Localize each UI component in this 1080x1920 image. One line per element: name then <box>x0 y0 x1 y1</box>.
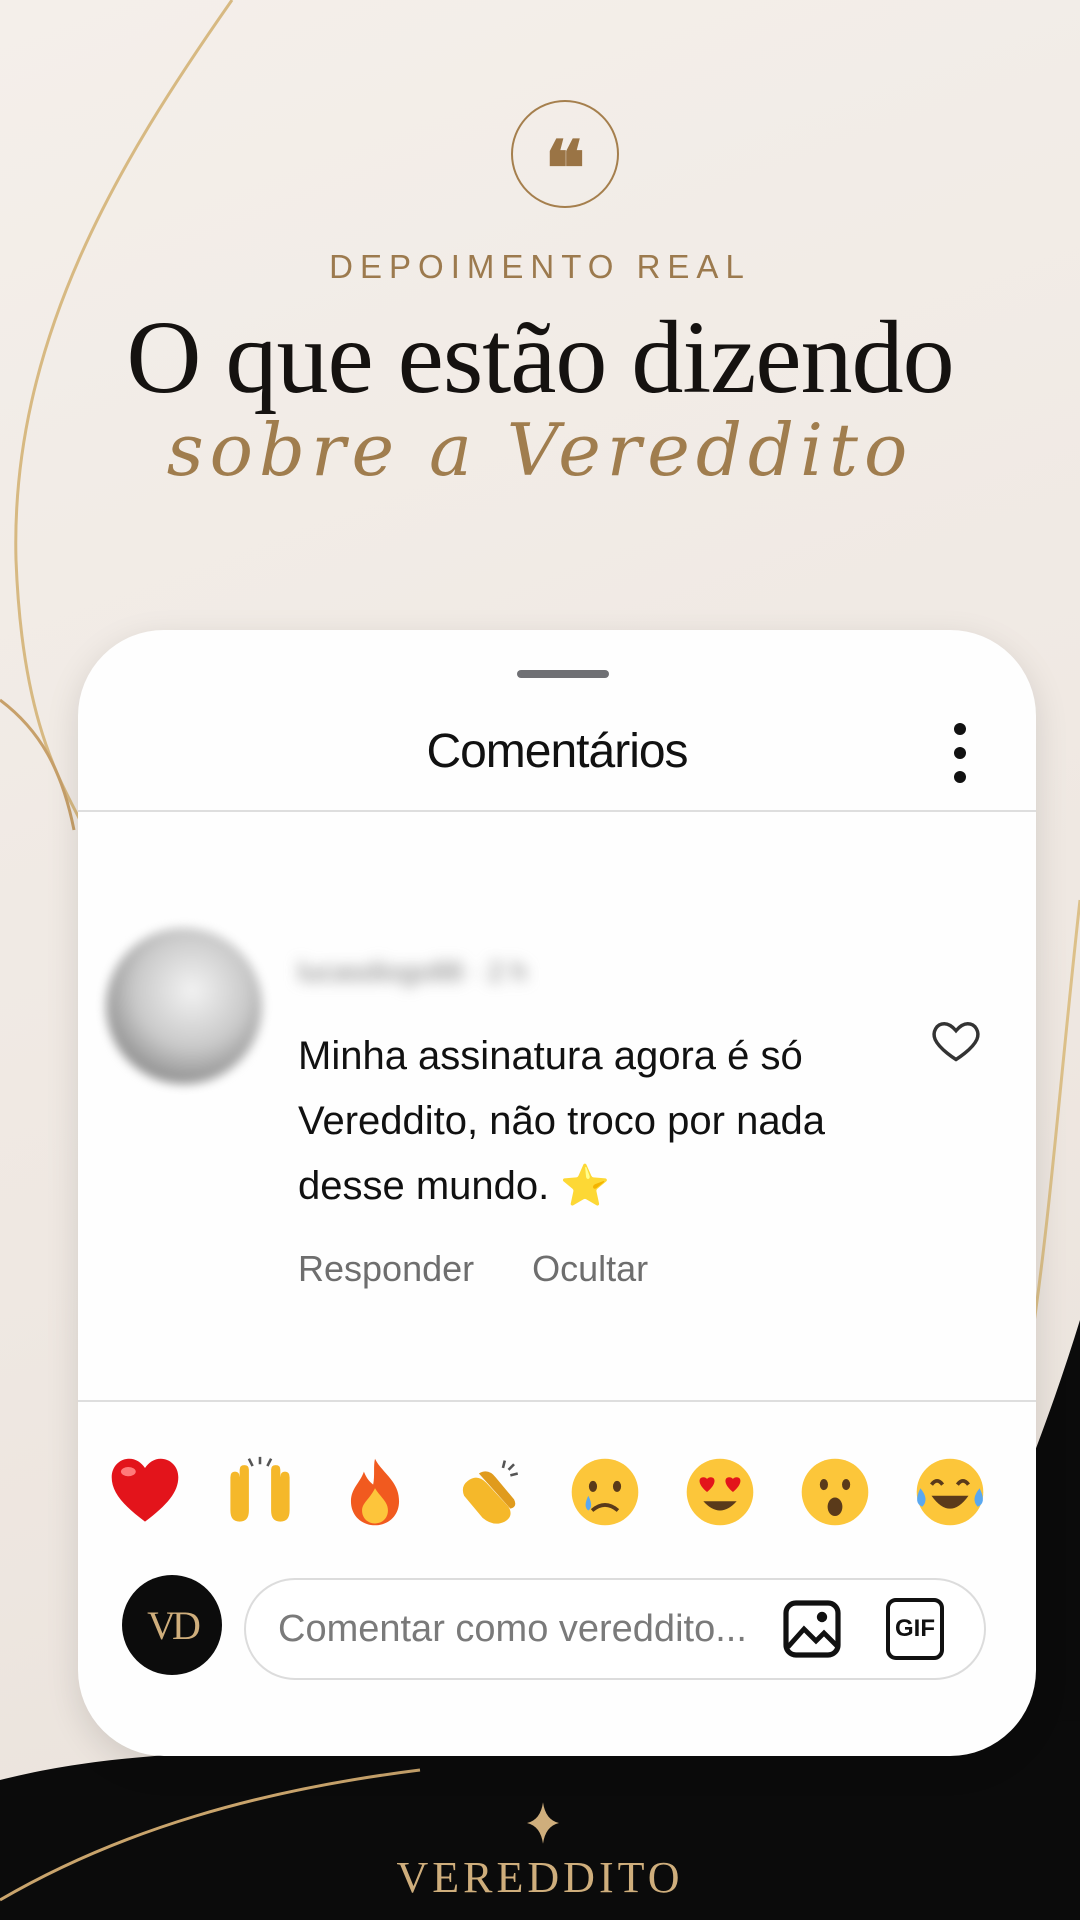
star-emoji: ⭐ <box>560 1163 611 1209</box>
comments-sheet: Comentários lucasdiogo88 · 2 h Minha ass… <box>78 630 1036 1756</box>
brand-sparkle-icon <box>527 1802 559 1844</box>
astonished-face-emoji-icon[interactable] <box>798 1455 872 1529</box>
like-heart-icon[interactable] <box>930 1014 982 1066</box>
reply-button[interactable]: Responder <box>298 1248 474 1289</box>
script-subtitle: sobre a Vereddito <box>166 408 914 492</box>
heart-eyes-emoji-icon[interactable] <box>683 1455 757 1529</box>
brand-wordmark: VEREDDITO <box>396 1853 684 1902</box>
account-avatar[interactable]: VD <box>122 1575 222 1675</box>
comment-input[interactable]: Comentar como vereddito... GIF <box>244 1578 986 1680</box>
crying-face-emoji-icon[interactable] <box>568 1455 642 1529</box>
red-heart-emoji-icon[interactable] <box>108 1455 182 1529</box>
avatar-monogram: VD <box>147 1602 201 1648</box>
quote-icon: ❝ <box>511 100 619 208</box>
gif-label: GIF <box>895 1615 935 1642</box>
reactions-divider <box>78 1400 1036 1402</box>
more-options-icon[interactable] <box>952 723 968 783</box>
quote-glyph: ❝ <box>544 124 586 213</box>
comment-text: Minha assinatura agora é só Vereddito, n… <box>298 1024 858 1219</box>
image-picker-icon[interactable] <box>782 1598 842 1660</box>
hide-button[interactable]: Ocultar <box>532 1248 648 1289</box>
drag-handle[interactable] <box>517 670 609 678</box>
tears-of-joy-emoji-icon[interactable] <box>913 1455 987 1529</box>
commenter-username-blurred: lucasdiogo88 · 2 h <box>298 956 527 987</box>
comment-actions: Responder Ocultar <box>298 1248 696 1290</box>
gif-picker-icon[interactable]: GIF <box>886 1598 944 1660</box>
raising-hands-emoji-icon[interactable] <box>223 1455 297 1529</box>
kicker-label: DEPOIMENTO REAL <box>329 248 751 285</box>
clapping-hands-emoji-icon[interactable] <box>453 1455 527 1529</box>
commenter-avatar[interactable] <box>106 928 262 1084</box>
page-title: O que estão dizendo <box>126 300 954 415</box>
sheet-title: Comentários <box>426 725 688 778</box>
fire-emoji-icon[interactable] <box>338 1455 412 1529</box>
header-divider <box>78 810 1036 812</box>
comment-input-placeholder: Comentar como vereddito... <box>278 1608 747 1650</box>
quick-reactions-bar <box>108 1455 1008 1535</box>
